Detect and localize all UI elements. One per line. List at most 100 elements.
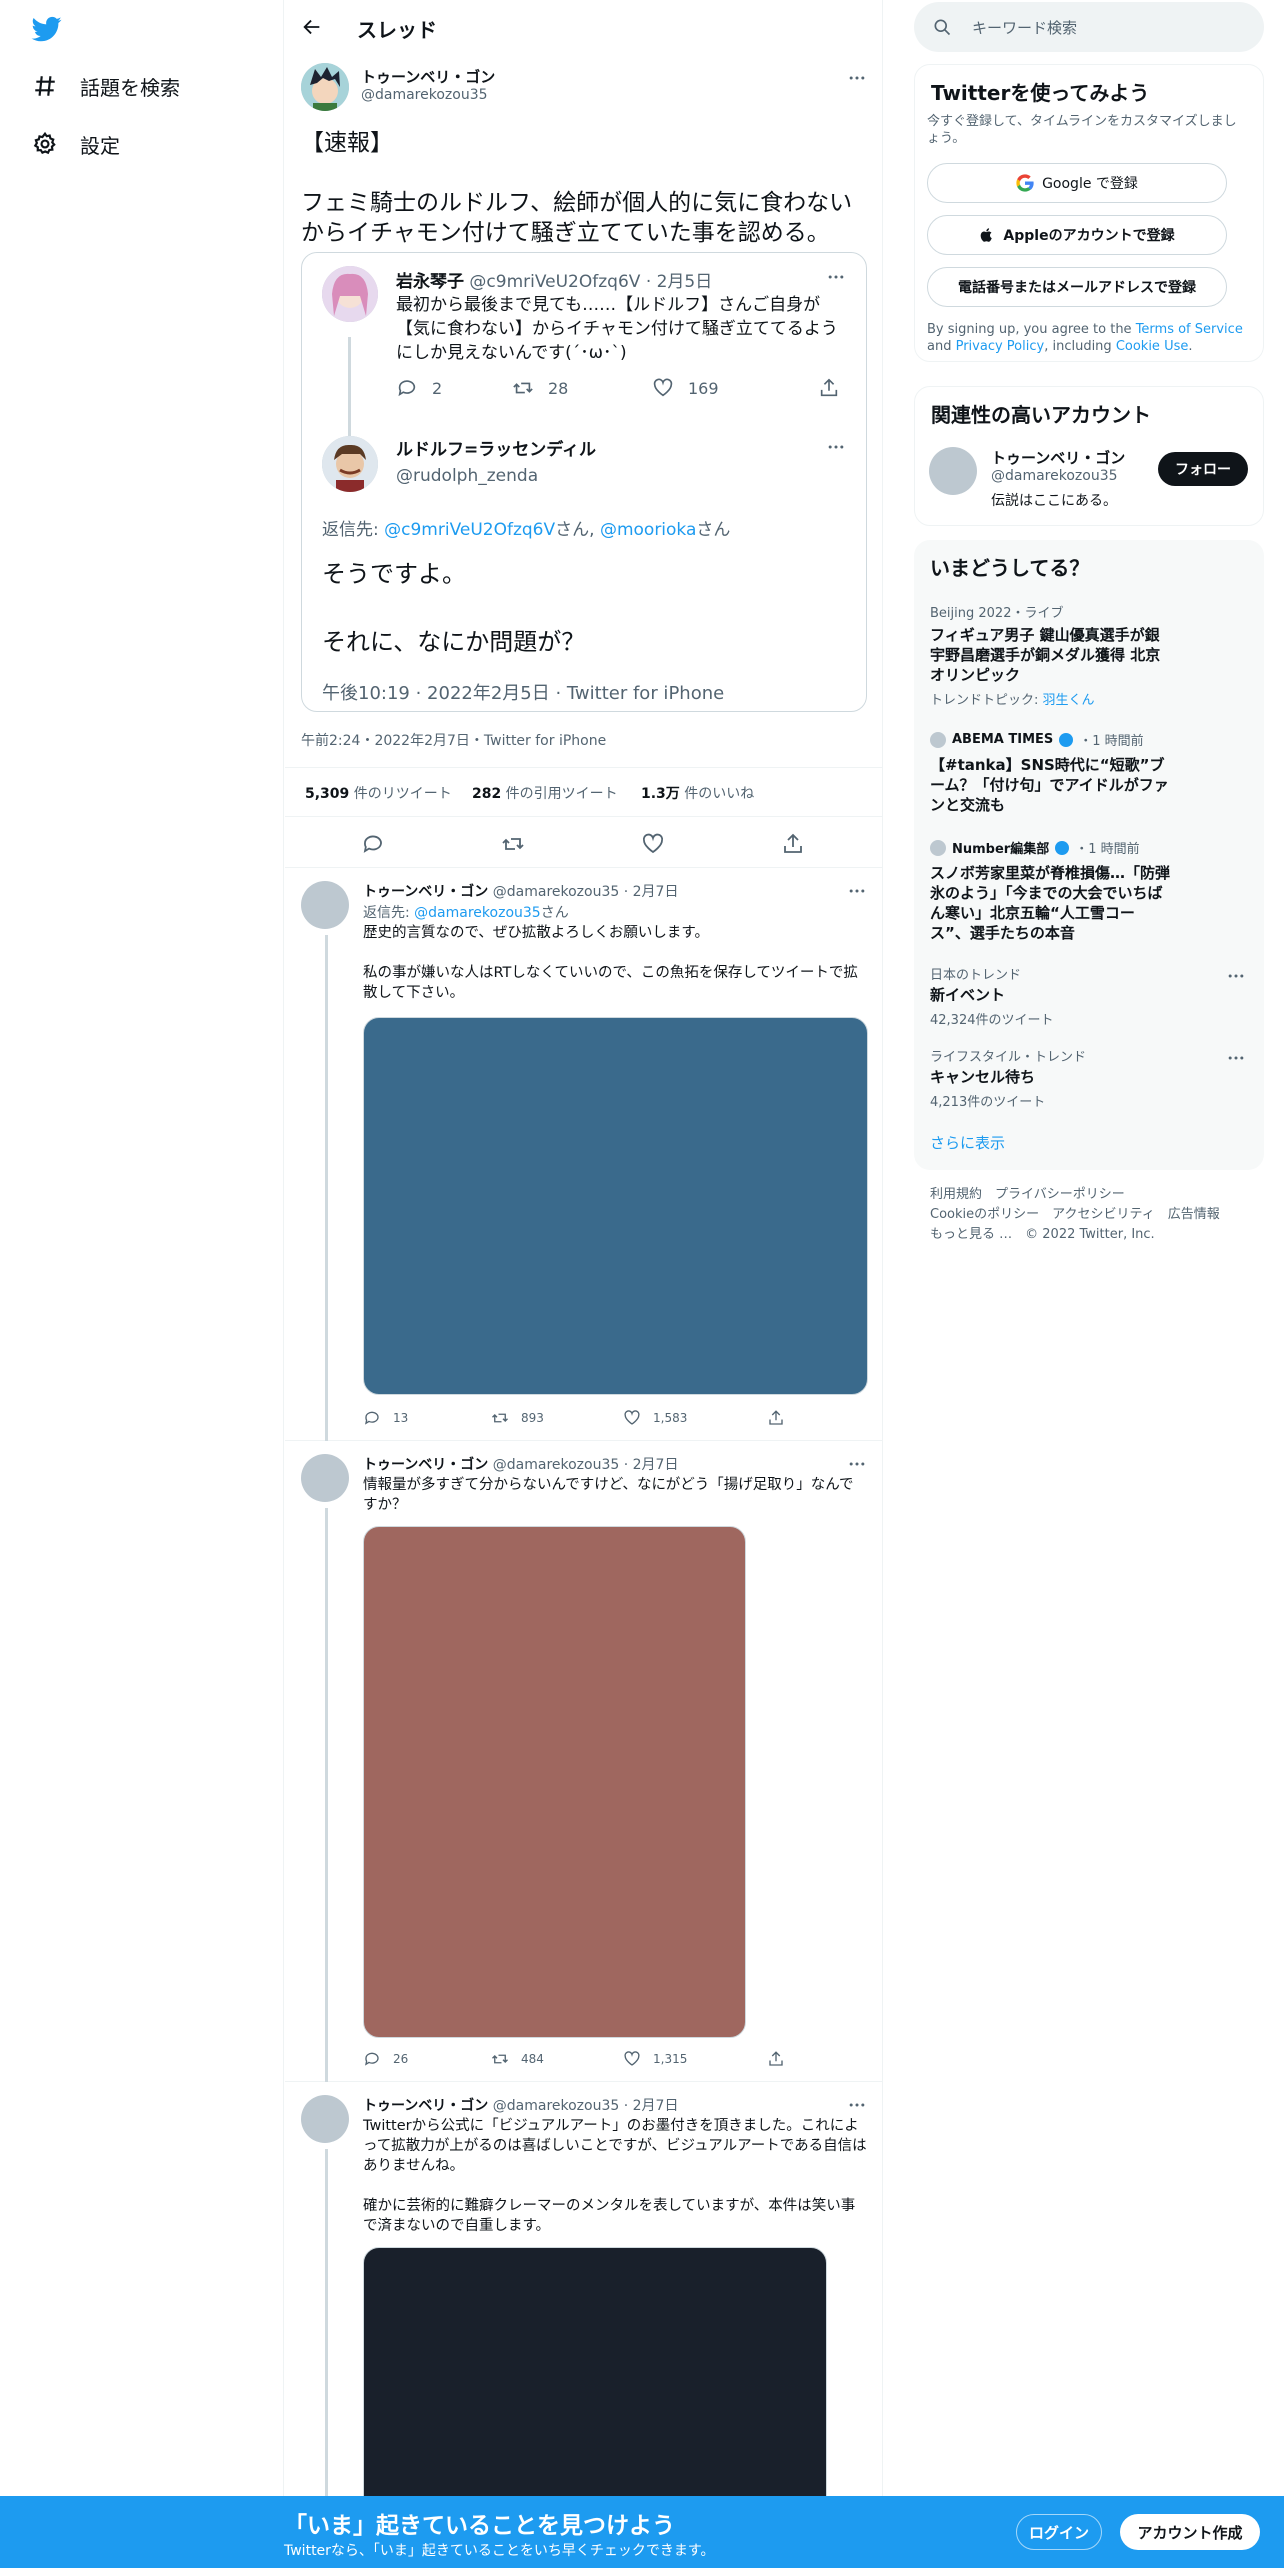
more-icon[interactable] (847, 1454, 867, 1474)
reply-name[interactable]: トゥーンベリ・ゴン (363, 884, 488, 900)
reply-tweet[interactable]: トゥーンベリ・ゴン @damarekozou35 · 2月7日 Twitterか… (285, 2083, 883, 2507)
back-arrow-icon[interactable] (301, 16, 323, 38)
more-icon[interactable] (1226, 966, 1246, 986)
more-icon[interactable] (847, 2095, 867, 2115)
quoted-handle-1[interactable]: @c9mriVeU2Ofzq6V (469, 272, 640, 292)
more-icon[interactable] (847, 68, 867, 88)
tweet-author[interactable]: トゥーンベリ・ゴン @damarekozou35 (361, 66, 495, 103)
nav-settings[interactable]: 設定 (32, 124, 120, 164)
footer-link[interactable]: 広告情報 (1168, 1207, 1220, 1222)
reply-image[interactable] (363, 1017, 868, 1395)
related-account[interactable]: トゥーンベリ・ゴン @damarekozou35 伝説はここにある。 (991, 447, 1125, 510)
tweet-text: 【速報】 フェミ騎士のルドルフ、絵師が個人的に気に食わないからイチャモン付けて騒… (301, 130, 853, 246)
avatar[interactable] (301, 881, 349, 929)
retweet-button[interactable]: 893 (491, 1409, 544, 1427)
reply-to-link[interactable]: @c9mriVeU2Ofzq6V (384, 520, 555, 540)
reply-handle[interactable]: @damarekozou35 (493, 1457, 620, 1473)
trend-source: ABEMA TIMES (952, 732, 1054, 747)
reply-text: 歴史的言質なので、ぜひ拡散よろしくお願いします。 私の事が嫌いな人はRTしなくて… (363, 925, 858, 1001)
reply-handle[interactable]: @damarekozou35 (493, 884, 620, 900)
reply-handle[interactable]: @damarekozou35 (493, 2098, 620, 2114)
nav-explore[interactable]: 話題を検索 (32, 66, 180, 106)
trend-item[interactable]: Beijing 2022・ライブ フィギュア男子 鍵山優真選手が銀 宇野昌磨選手… (930, 602, 1250, 708)
trend-item[interactable]: ライフスタイル・トレンド キャンセル待ち 4,213件のツイート (930, 1046, 1250, 1110)
trend-item[interactable]: Number編集部 ・1 時間前 スノボ芳家里菜が脊椎損傷…「防弾氷のよう」「今ま… (930, 838, 1250, 943)
quoted-avatar-2[interactable] (322, 436, 378, 492)
login-button[interactable]: ログイン (1016, 2514, 1102, 2550)
avatar[interactable] (301, 2095, 349, 2143)
cookie-link[interactable]: Cookie Use (1116, 339, 1189, 354)
reply-image[interactable] (363, 1526, 746, 2038)
footer-link[interactable]: 利用規約 (930, 1187, 982, 1202)
google-signup-button[interactable]: Google で登録 (927, 163, 1227, 203)
bottom-signup-bar: 「いま」起きていることを見つけよう Twitterなら、「いま」起きていることを… (0, 2496, 1284, 2568)
reply-image[interactable] (363, 2247, 827, 2507)
quoted-avatar-1[interactable] (322, 266, 378, 322)
retweet-icon[interactable] (501, 832, 525, 856)
tweet-timestamp[interactable]: 午前2:24・2022年2月7日・Twitter for iPhone (301, 730, 606, 750)
footer-link[interactable]: Cookieのポリシー (930, 1207, 1039, 1222)
heart-icon[interactable] (641, 832, 665, 856)
quote-stat[interactable]: 282 件の引用ツイート (472, 783, 618, 803)
twitter-logo-icon[interactable] (30, 14, 64, 44)
more-icon[interactable] (826, 437, 850, 461)
reply-name[interactable]: トゥーンベリ・ゴン (363, 1457, 488, 1473)
share-button[interactable] (767, 1409, 785, 1427)
reply-to-link[interactable]: @moorioka (600, 520, 696, 540)
quoted-name-1[interactable]: 岩永琴子 (396, 272, 464, 292)
more-icon[interactable] (1226, 1048, 1246, 1068)
search-input[interactable]: キーワード検索 (972, 17, 1077, 38)
reply-icon[interactable] (361, 832, 385, 856)
reply-to-link[interactable]: @damarekozou35 (414, 905, 541, 921)
follow-button[interactable]: フォロー (1158, 452, 1248, 486)
avatar[interactable] (929, 447, 977, 495)
quoted-thread[interactable]: 岩永琴子 @c9mriVeU2Ofzq6V · 2月5日 最初から最後まで見ても… (301, 252, 867, 712)
like-button[interactable]: 1,315 (623, 2050, 687, 2068)
share-icon[interactable] (781, 832, 805, 856)
phone-email-signup-button[interactable]: 電話番号またはメールアドレスで登録 (927, 267, 1227, 307)
apple-signup-button[interactable]: Appleのアカウントで登録 (927, 215, 1227, 255)
share-button[interactable] (767, 2050, 785, 2068)
trend-item[interactable]: ABEMA TIMES ・1 時間前 【#tanka】SNS時代に“短歌”ブーム？… (930, 730, 1250, 815)
trend-item[interactable]: 日本のトレンド 新イベント 42,324件のツイート (930, 964, 1250, 1028)
reply-button[interactable]: 13 (363, 1409, 408, 1427)
like-count: 1,315 (653, 2052, 688, 2066)
reply-tweet[interactable]: トゥーンベリ・ゴン @damarekozou35 · 2月7日 情報量が多すぎて… (285, 1442, 883, 2082)
reply-icon (365, 2052, 379, 2066)
footer-link[interactable]: プライバシーポリシー (995, 1187, 1125, 1202)
privacy-link[interactable]: Privacy Policy (956, 339, 1045, 354)
quoted-retweet-button[interactable]: 28 (512, 377, 568, 399)
reply-tweet[interactable]: トゥーンベリ・ゴン @damarekozou35 · 2月7日 返信先: @da… (285, 869, 883, 1441)
search-bar[interactable]: キーワード検索 (914, 2, 1264, 52)
reply-button[interactable]: 26 (363, 2050, 408, 2068)
reply-date[interactable]: · 2月7日 (624, 1457, 679, 1473)
retweet-button[interactable]: 484 (491, 2050, 544, 2068)
related-handle: @damarekozou35 (991, 468, 1118, 484)
avatar[interactable] (301, 63, 349, 111)
footer-link[interactable]: アクセシビリティ (1052, 1207, 1155, 1222)
quoted-share-button[interactable] (818, 377, 840, 399)
retweet-stat[interactable]: 5,309 件のリツイート (305, 783, 452, 803)
like-stat[interactable]: 1.3万 件のいいね (641, 783, 754, 803)
reply-count: 13 (393, 1411, 409, 1425)
trend-topic-link[interactable]: 羽生くん (1043, 693, 1095, 708)
terms-link[interactable]: Terms of Service (1136, 322, 1243, 337)
show-more-link[interactable]: さらに表示 (930, 1132, 1005, 1153)
reply-date[interactable]: · 2月7日 (624, 884, 679, 900)
footer-link[interactable]: もっと見る … (930, 1227, 1012, 1242)
reply-to-suffix: さん (696, 520, 731, 540)
like-button[interactable]: 1,583 (623, 1409, 687, 1427)
quoted-timestamp[interactable]: 午後10:19 · 2022年2月5日 · Twitter for iPhone (322, 679, 724, 705)
quoted-date-1[interactable]: · 2月5日 (646, 272, 712, 292)
avatar[interactable] (301, 1454, 349, 1502)
quoted-reply-button[interactable]: 2 (396, 377, 442, 399)
quoted-like-button[interactable]: 169 (652, 377, 719, 399)
more-icon[interactable] (826, 267, 850, 291)
reply-date[interactable]: · 2月7日 (624, 2098, 679, 2114)
source-avatar (930, 839, 946, 856)
retweet-stat-label: 件のリツイート (349, 786, 452, 802)
quoted-author-2[interactable]: ルドルフ=ラッセンディル @rudolph_zenda (396, 435, 596, 486)
more-icon[interactable] (847, 881, 867, 901)
reply-name[interactable]: トゥーンベリ・ゴン (363, 2098, 488, 2114)
create-account-button[interactable]: アカウント作成 (1120, 2514, 1260, 2550)
